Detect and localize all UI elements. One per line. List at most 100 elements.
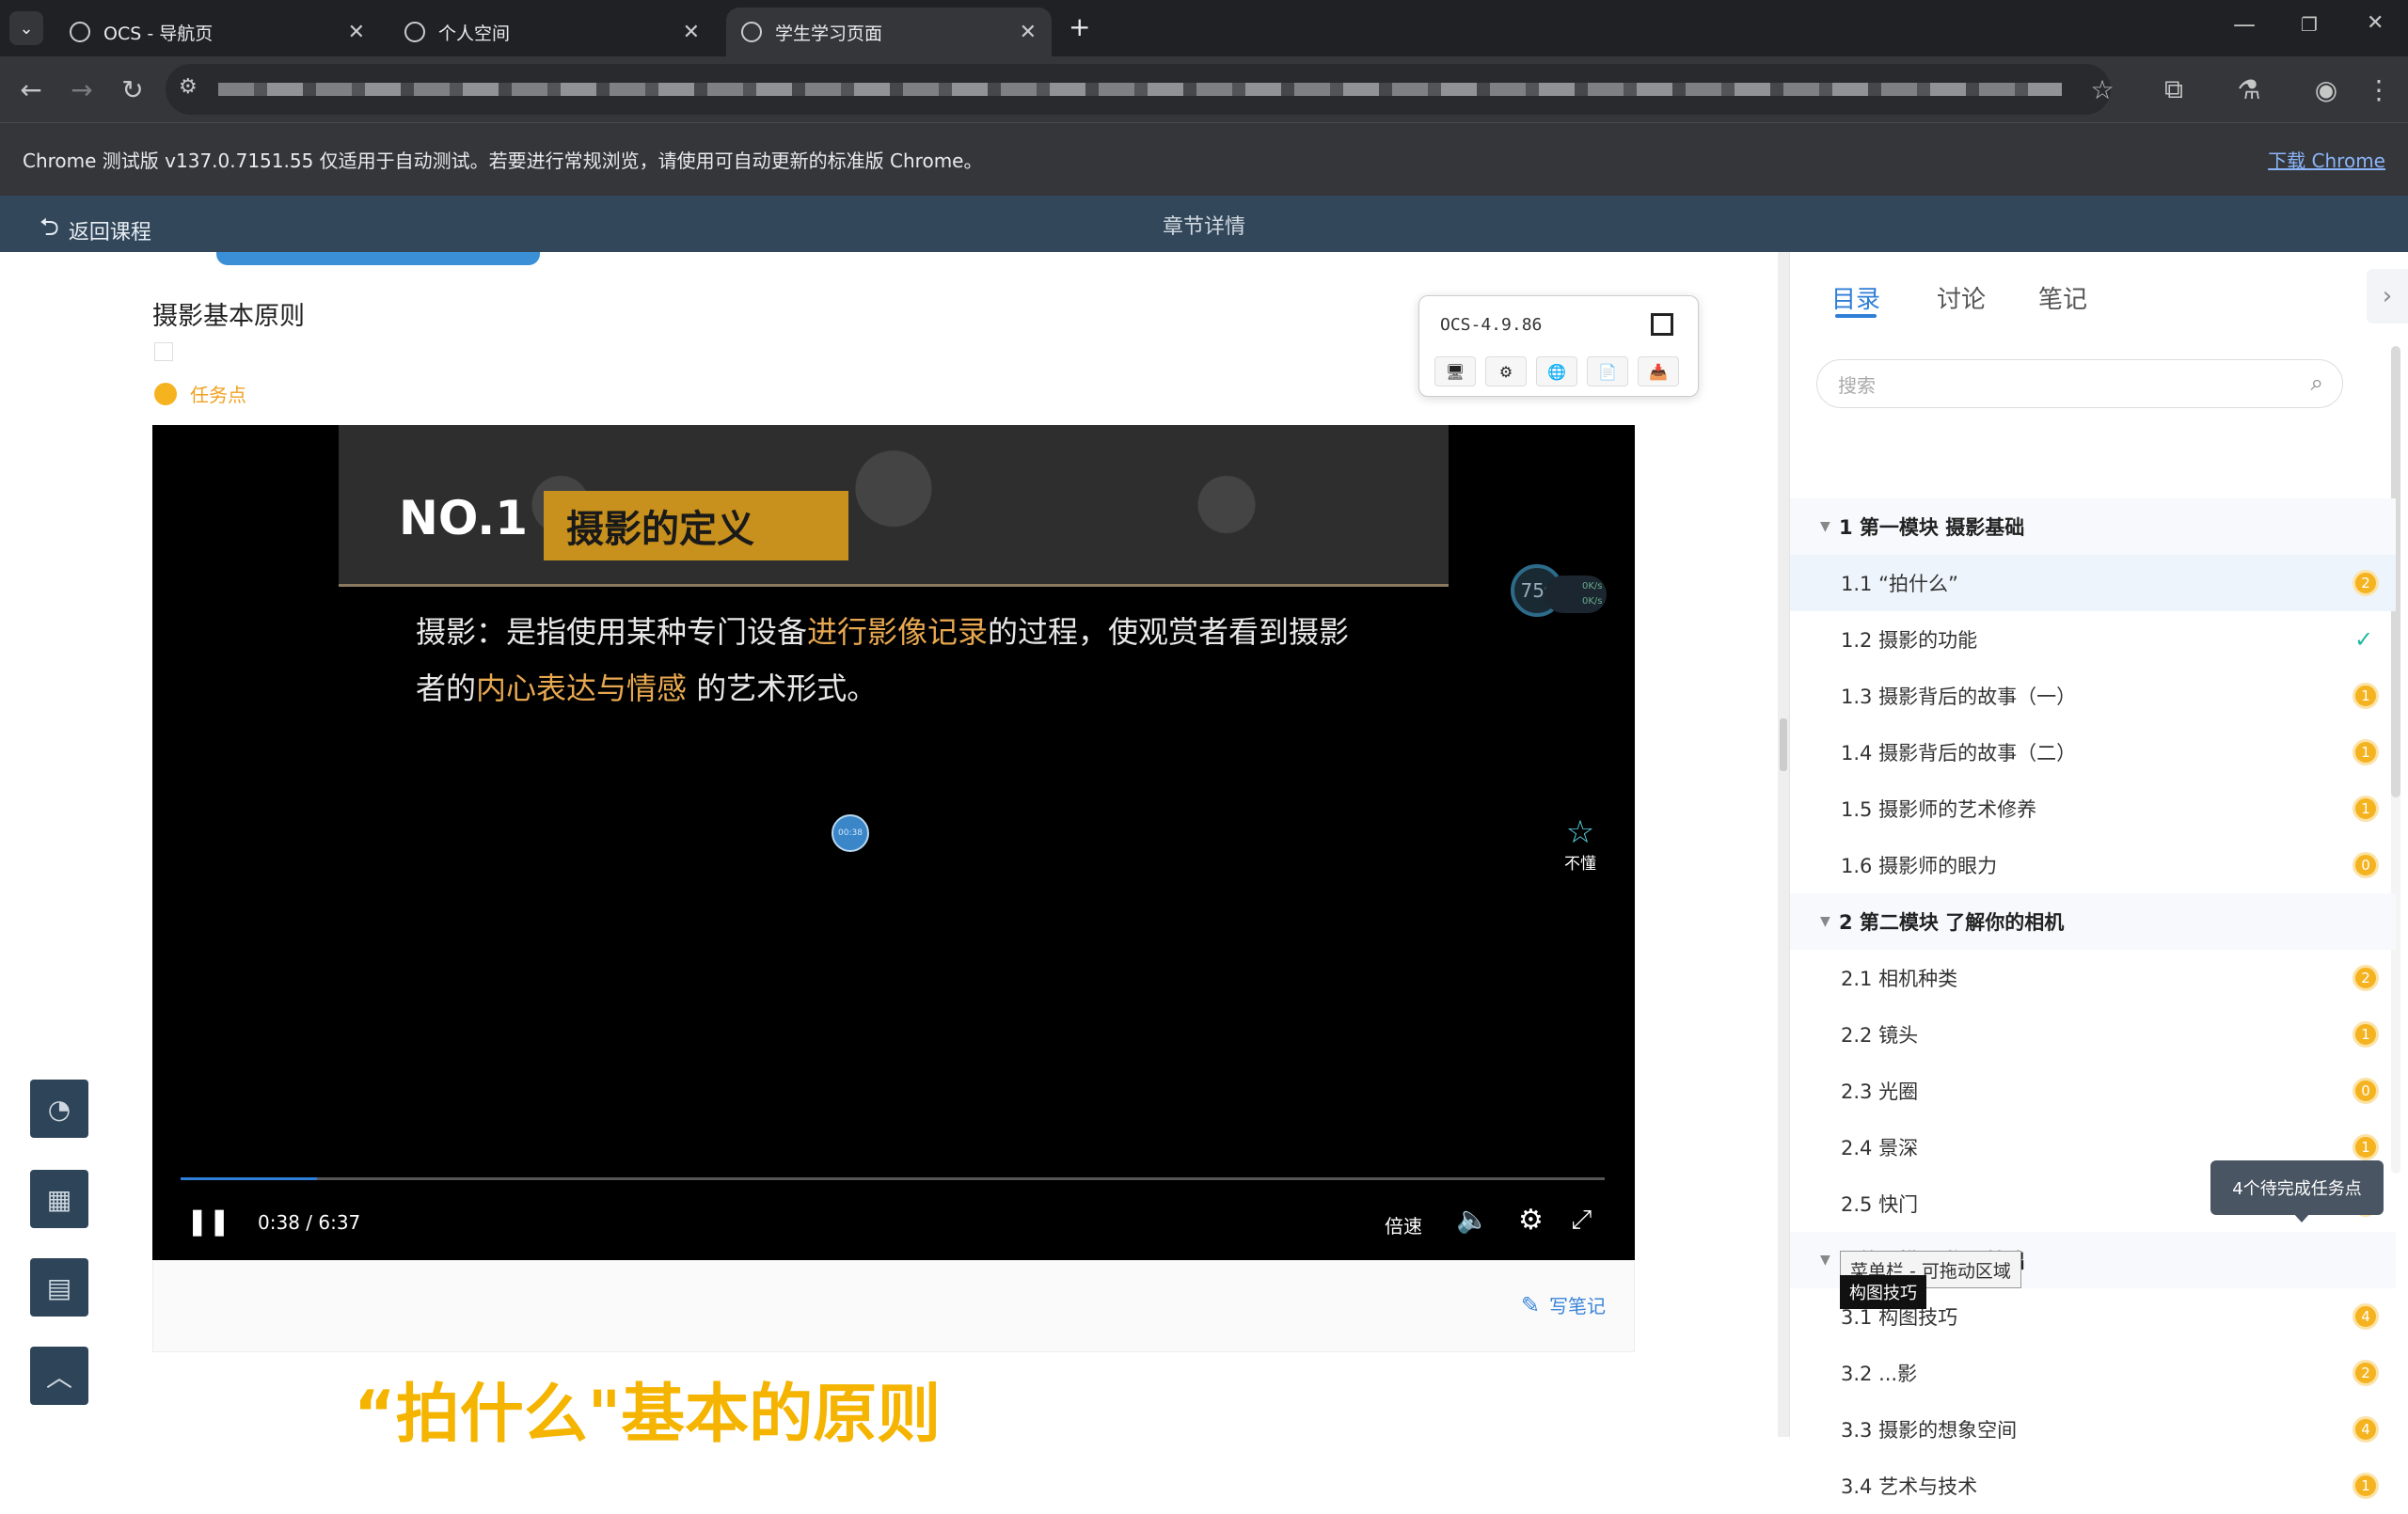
task-point-dot-icon [154,382,177,405]
triangle-down-icon[interactable]: ▼ [1820,1253,1830,1268]
write-note-label: 写笔记 [1549,1295,1606,1317]
ai-assistant-icon[interactable]: ◔ [30,1080,88,1138]
lesson-label: 1.3 摄影背后的故事（一） [1841,686,2077,708]
document-icon[interactable]: 📄 [1587,356,1628,386]
placeholder-box [154,342,173,361]
blue-tab-strip [216,252,540,265]
task-count-badge: 1 [2353,1473,2379,1499]
video-player[interactable]: NO.1 摄影的定义 摄影：是指使用某种专门设备进行影像记录的过程，使观赏者看到… [152,425,1635,1260]
lesson-item[interactable]: 2.1 相机种类 2 [1790,950,2396,1006]
gear-icon[interactable]: ⚙ [1485,356,1527,386]
mute-icon[interactable]: 🔈 [1456,1204,1489,1235]
lesson-label: 3.3 摄影的想象空间 [1841,1419,2018,1442]
search-input[interactable]: 搜索 ⌕ [1816,359,2343,408]
pause-icon[interactable]: ❚❚ [186,1206,230,1237]
tab-search-button[interactable]: ⌄ [9,11,43,45]
search-icon[interactable]: ⌕ [2311,370,2323,396]
task-count-badge: 0 [2353,852,2379,878]
lesson-label: 3.4 艺术与技术 [1841,1475,1978,1498]
fullscreen-icon[interactable]: ⤢ [1571,1204,1592,1236]
triangle-down-icon[interactable]: ▼ [1820,914,1830,929]
lesson-label: 1.4 摄影背后的故事（二） [1841,742,2077,765]
extensions-icon[interactable]: ⧉ [2154,70,2194,109]
task-count-badge: 2 [2353,1360,2379,1386]
monitor-icon[interactable]: 🖥 [1434,356,1476,386]
lesson-label: 2.5 快门 [1841,1193,1919,1216]
close-window-icon[interactable]: ✕ [2367,11,2384,35]
lesson-label: 2.4 景深 [1841,1137,1919,1159]
lesson-item[interactable]: 1.6 摄影师的眼力 0 [1790,837,2396,893]
slide-text-highlight: 进行影像记录 [807,614,989,650]
module-header[interactable]: ▼ 1 第一模块 摄影基础 [1790,498,2396,555]
labs-flask-icon[interactable]: ⚗ [2229,70,2269,109]
lesson-label: 1.6 摄影师的眼力 [1841,855,1998,877]
lesson-item[interactable]: 3.4 艺术与技术 1 [1790,1458,2396,1514]
lesson-item[interactable]: 1.2 摄影的功能 ✓ [1790,611,2396,668]
tab-discussion[interactable]: 讨论 [1937,280,1986,315]
lesson-item[interactable]: 1.3 摄影背后的故事（一） 1 [1790,668,2396,724]
gauge-readout: 0K/s 0K/s [1545,576,1607,613]
chat-icon[interactable]: ▤ [30,1258,88,1317]
slide-text-part: 摄影：是指使用某种专门设备 [416,614,808,650]
settings-gear-icon[interactable]: ⚙ [1518,1204,1544,1237]
site-info-icon[interactable]: ⚙ [179,75,198,99]
profile-icon[interactable]: ◉ [2306,70,2346,109]
reload-icon[interactable]: ↻ [113,70,152,109]
test-build-infobar: Chrome 测试版 v137.0.7151.55 仅适用于自动测试。若要进行常… [0,122,2408,196]
progress-bar[interactable] [181,1177,1605,1180]
back-to-top-icon[interactable]: ︿ [30,1347,88,1405]
lesson-item[interactable]: 1.4 摄影背后的故事（二） 1 [1790,724,2396,781]
browser-tab-bar: ⌄ OCS - 导航页 ✕ 个人空间 ✕ 学生学习页面 ✕ + — ❐ ✕ [0,0,2408,56]
tab-personal-space[interactable]: 个人空间 ✕ [389,8,715,56]
task-count-badge: 1 [2353,1134,2379,1160]
tab-ocs-nav[interactable]: OCS - 导航页 ✕ [55,8,380,56]
lesson-item[interactable]: 1.5 摄影师的艺术修养 1 [1790,781,2396,837]
lesson-item[interactable]: 3.2 ...影 2 [1790,1345,2396,1401]
menu-dots-icon[interactable]: ⋮ [2359,70,2399,109]
not-understand-button[interactable]: ☆ 不懂 [1552,814,1608,874]
speed-button[interactable]: 倍速 [1385,1211,1422,1238]
close-icon[interactable]: ✕ [348,21,365,44]
new-tab-button[interactable]: + [1069,11,1090,42]
slide-text: 摄影：是指使用某种专门设备进行影像记录的过程，使观赏者看到摄影者的内心表达与情感… [416,604,1356,717]
lesson-item[interactable]: 3.3 摄影的想象空间 4 [1790,1401,2396,1458]
restore-icon[interactable]: ❐ [2301,13,2318,36]
collapse-panel-chevron-icon[interactable]: › [2367,269,2408,323]
splitter-handle[interactable] [1780,718,1787,771]
tab-catalog[interactable]: 目录 [1831,280,1880,315]
qrcode-icon[interactable]: ▦ [30,1170,88,1228]
bookmark-star-icon[interactable]: ☆ [2083,70,2122,109]
tab-notes[interactable]: 笔记 [2038,280,2087,315]
triangle-down-icon[interactable]: ▼ [1820,519,1830,534]
task-count-badge: 4 [2353,1416,2379,1443]
task-count-badge: 1 [2353,1021,2379,1048]
lesson-item[interactable]: 1.1 “拍什么” 2 [1790,555,2396,611]
gauge-upload: 0K/s [1582,581,1603,591]
minimize-icon[interactable]: — [2233,11,2256,38]
close-icon[interactable]: ✕ [683,21,700,44]
site-header: ⮌ 返回课程 章节详情 [0,196,2408,252]
tab-student-study[interactable]: 学生学习页面 ✕ [726,8,1052,56]
ocs-favicon-icon [70,22,90,42]
address-bar[interactable]: ⚙ [166,64,2111,115]
browser-toolbar: ← → ↻ ⚙ ☆ ⧉ ⚗ ◉ ⋮ [0,56,2408,122]
lesson-item[interactable]: 2.2 镜头 1 [1790,1006,2396,1063]
lesson-label: 2.1 相机种类 [1841,968,1958,990]
tab-title: OCS - 导航页 [103,23,214,44]
download-icon[interactable]: 📥 [1638,356,1679,386]
download-chrome-link[interactable]: 下载 Chrome [2268,146,2385,173]
ocs-toggle-checkbox[interactable] [1651,313,1673,336]
page-title: 章节详情 [1162,215,1245,239]
globe-icon[interactable]: 🌐 [1536,356,1577,386]
slide-text-part: 的艺术形式。 [687,670,878,706]
forward-arrow-icon[interactable]: → [62,70,102,109]
back-arrow-icon[interactable]: ← [11,70,51,109]
infobar-text: Chrome 测试版 v137.0.7151.55 仅适用于自动测试。若要进行常… [23,150,983,172]
panel-splitter[interactable] [1778,252,1789,1437]
tooltip-arrow [2293,1213,2310,1222]
lesson-item[interactable]: 2.3 光圈 0 [1790,1063,2396,1119]
ocs-panel[interactable]: OCS-4.9.86 🖥 ⚙ 🌐 📄 📥 [1418,295,1699,397]
write-note-button[interactable]: ✎ 写笔记 [1521,1291,1606,1318]
close-icon[interactable]: ✕ [1020,21,1037,44]
module-header[interactable]: ▼ 2 第二模块 了解你的相机 [1790,893,2396,950]
